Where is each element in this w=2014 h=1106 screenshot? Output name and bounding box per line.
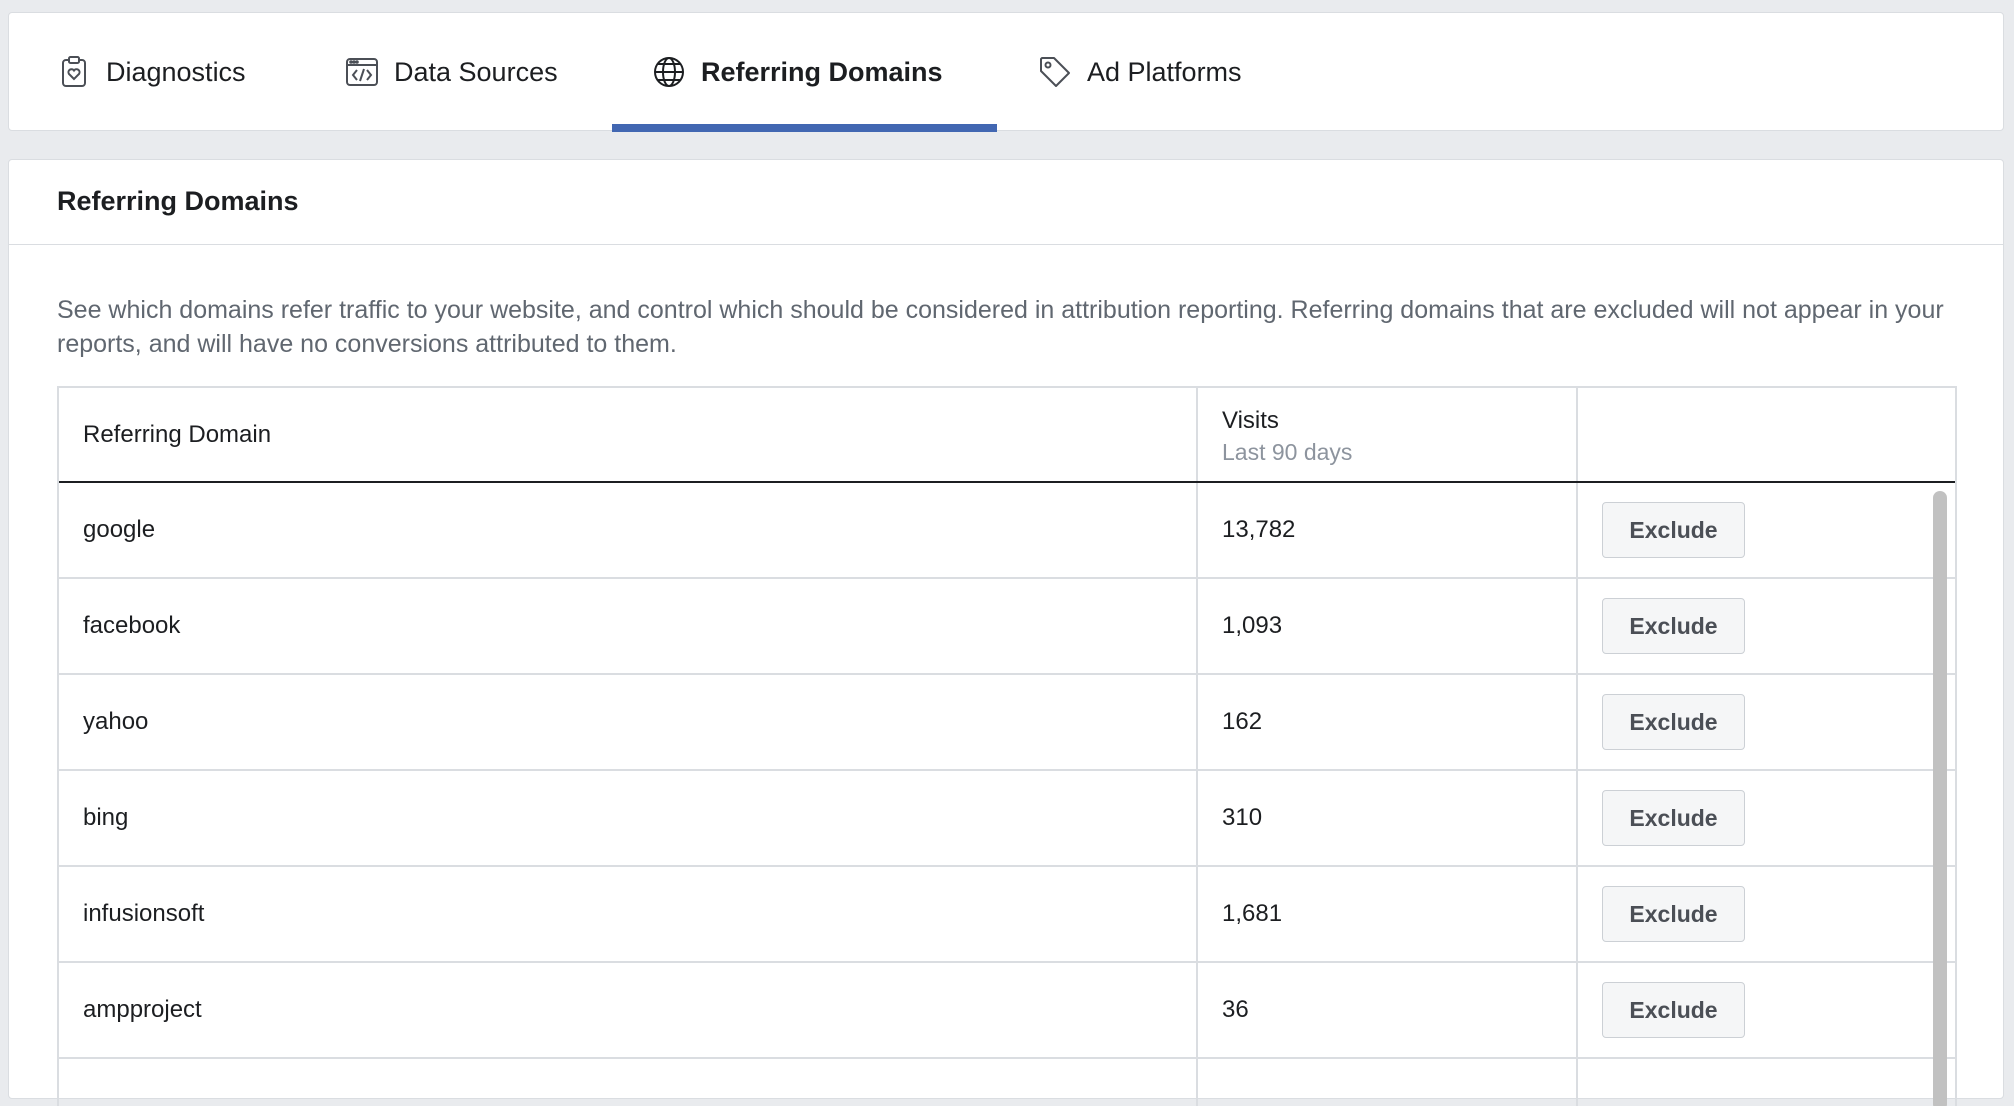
- domain-cell: yahoo: [59, 675, 1198, 769]
- referring-domains-panel: Referring Domains See which domains refe…: [8, 159, 2004, 1106]
- column-header-domain: Referring Domain: [59, 388, 1198, 481]
- visits-cell: 13,782: [1198, 483, 1578, 577]
- visits-cell: 1,093: [1198, 579, 1578, 673]
- table-row: google 13,782 Exclude: [59, 483, 1955, 579]
- domain-cell: bing: [59, 771, 1198, 865]
- table-row: ampproject 36 Exclude: [59, 963, 1955, 1059]
- action-cell: [1578, 1059, 1955, 1106]
- table-row: infusionsoft 1,681 Exclude: [59, 867, 1955, 963]
- domain-cell: google: [59, 483, 1198, 577]
- visits-cell: [1198, 1059, 1578, 1106]
- visits-cell: 162: [1198, 675, 1578, 769]
- visits-cell: 1,681: [1198, 867, 1578, 961]
- action-cell: Exclude: [1578, 483, 1955, 577]
- tag-icon: [1038, 55, 1072, 89]
- column-header-action: [1578, 388, 1955, 481]
- tab-ad-platforms[interactable]: Ad Platforms: [1038, 13, 1242, 131]
- domain-cell: ampproject: [59, 963, 1198, 1057]
- exclude-button[interactable]: Exclude: [1602, 982, 1745, 1038]
- table-header: Referring Domain Visits Last 90 days: [59, 388, 1955, 483]
- tab-diagnostics[interactable]: Diagnostics: [57, 13, 246, 131]
- visits-header-sublabel: Last 90 days: [1222, 439, 1353, 465]
- code-window-icon: [345, 55, 379, 89]
- table-scrollbar[interactable]: [1933, 491, 1947, 1106]
- action-cell: Exclude: [1578, 579, 1955, 673]
- active-tab-indicator: [612, 124, 997, 132]
- tab-label: Diagnostics: [106, 56, 246, 87]
- scrollbar-thumb[interactable]: [1933, 491, 1947, 1106]
- globe-icon: [652, 55, 686, 89]
- tab-referring-domains[interactable]: Referring Domains: [652, 13, 943, 131]
- panel-title: Referring Domains: [57, 186, 299, 216]
- action-cell: Exclude: [1578, 771, 1955, 865]
- tab-label: Ad Platforms: [1087, 56, 1242, 87]
- exclude-button[interactable]: Exclude: [1602, 886, 1745, 942]
- action-cell: Exclude: [1578, 963, 1955, 1057]
- exclude-button[interactable]: Exclude: [1602, 598, 1745, 654]
- table-body: google 13,782 Exclude facebook 1,093 Exc…: [59, 483, 1955, 1106]
- tab-label: Referring Domains: [701, 56, 943, 87]
- divider: [9, 244, 2003, 245]
- table-row: [59, 1059, 1955, 1106]
- table-row: facebook 1,093 Exclude: [59, 579, 1955, 675]
- domain-cell: infusionsoft: [59, 867, 1198, 961]
- clipboard-heart-icon: [57, 55, 91, 89]
- tab-data-sources[interactable]: Data Sources: [345, 13, 558, 131]
- tab-bar: Diagnostics Data Sources Referring Domai…: [8, 12, 2004, 132]
- table-row: yahoo 162 Exclude: [59, 675, 1955, 771]
- exclude-button[interactable]: Exclude: [1602, 502, 1745, 558]
- action-cell: Exclude: [1578, 867, 1955, 961]
- action-cell: Exclude: [1578, 675, 1955, 769]
- visits-header-label: Visits: [1222, 407, 1279, 434]
- visits-cell: 36: [1198, 963, 1578, 1057]
- panel-description: See which domains refer traffic to your …: [57, 296, 1944, 358]
- column-header-visits: Visits Last 90 days: [1198, 388, 1578, 481]
- table-row: bing 310 Exclude: [59, 771, 1955, 867]
- referring-domains-table: Referring Domain Visits Last 90 days goo…: [57, 386, 1957, 1106]
- exclude-button[interactable]: Exclude: [1602, 790, 1745, 846]
- domain-cell: [59, 1059, 1198, 1106]
- exclude-button[interactable]: Exclude: [1602, 694, 1745, 750]
- tab-label: Data Sources: [394, 56, 558, 87]
- visits-cell: 310: [1198, 771, 1578, 865]
- domain-cell: facebook: [59, 579, 1198, 673]
